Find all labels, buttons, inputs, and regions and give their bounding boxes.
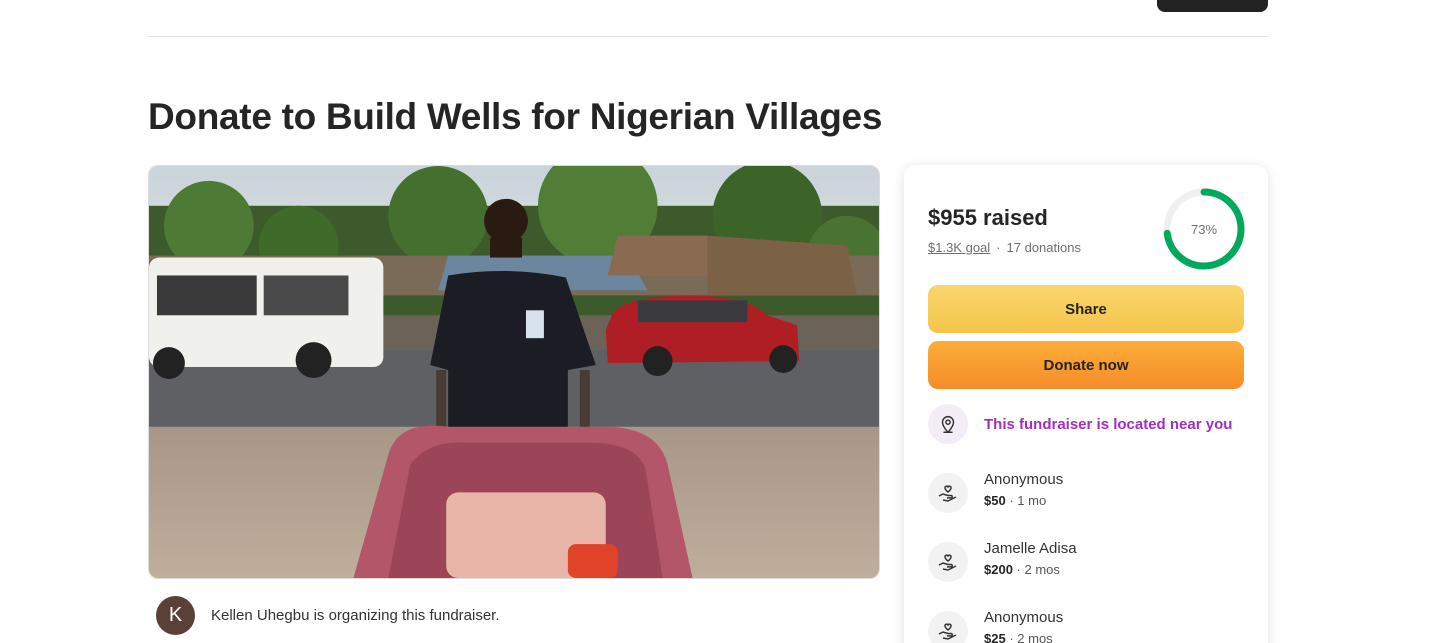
donation-count: 17 donations	[1006, 240, 1081, 255]
goal-line: $1.3K goal · 17 donations	[928, 240, 1081, 255]
donation-amount: $50	[984, 493, 1006, 508]
donation-item: Anonymous $25 · 2 mos	[928, 607, 1063, 643]
amount-raised: $955 raised	[928, 205, 1048, 230]
goal-link[interactable]: $1.3K goal	[928, 240, 990, 255]
donation-time: · 2 mos	[1016, 562, 1060, 577]
heart-hand-icon	[928, 473, 968, 513]
progress-percent: 73%	[1190, 221, 1218, 237]
location-notice-text: This fundraiser is located near you	[984, 415, 1233, 433]
donate-now-button[interactable]: Donate now	[928, 341, 1244, 389]
donor-name: Jamelle Adisa	[984, 540, 1077, 557]
campaign-photo	[148, 165, 880, 579]
organizer-avatar: K	[156, 596, 195, 635]
page-title: Donate to Build Wells for Nigerian Villa…	[148, 96, 883, 137]
heart-hand-icon	[928, 542, 968, 582]
donor-name: Anonymous	[984, 609, 1064, 626]
location-pin-icon	[928, 404, 968, 444]
goal-separator: ·	[996, 240, 1001, 255]
donation-time: · 2 mos	[1009, 631, 1053, 643]
header-divider	[148, 36, 1268, 37]
donation-time: · 1 mo	[1009, 493, 1047, 508]
heart-hand-icon	[928, 611, 968, 643]
donor-name: Anonymous	[984, 471, 1064, 488]
donation-amount: $200	[984, 562, 1013, 577]
organizer-text: Kellen Uhegbu is organizing this fundrai…	[211, 607, 500, 624]
header-button[interactable]	[1157, 0, 1268, 12]
location-notice[interactable]: This fundraiser is located near you	[928, 404, 1232, 444]
organizer-row: K Kellen Uhegbu is organizing this fundr…	[156, 596, 500, 635]
donation-item: Jamelle Adisa $200 · 2 mos	[928, 538, 1077, 582]
donation-card: $955 raised $1.3K goal · 17 donations 73% …	[904, 165, 1268, 643]
donation-item: Anonymous $50 · 1 mo	[928, 469, 1063, 513]
donation-amount: $25	[984, 631, 1006, 643]
share-button[interactable]: Share	[928, 285, 1244, 333]
